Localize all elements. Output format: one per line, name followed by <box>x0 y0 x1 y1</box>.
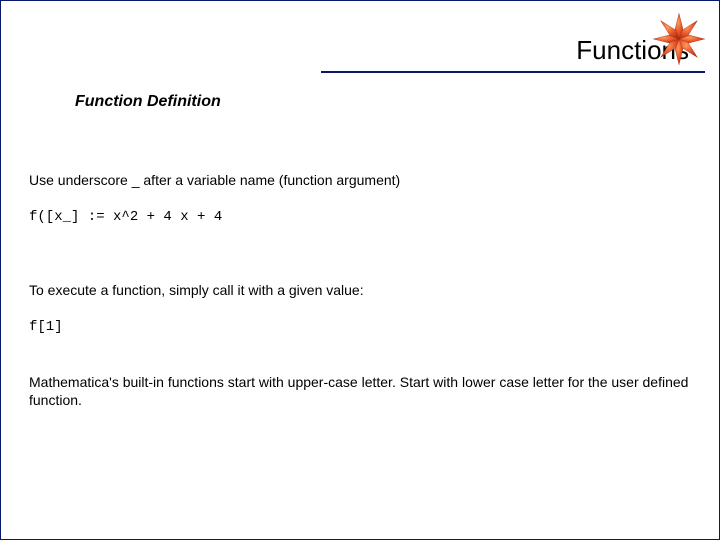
paragraph-execute: To execute a function, simply call it wi… <box>29 281 691 300</box>
section-subtitle: Function Definition <box>75 93 221 111</box>
code-definition: f([x_] := x^2 + 4 x + 4 <box>29 208 691 227</box>
slide-frame: Functions <box>0 0 720 540</box>
paragraph-intro: Use underscore _ after a variable name (… <box>29 171 691 190</box>
paragraph-note: Mathematica's built-in functions start w… <box>29 373 691 411</box>
header: Functions <box>1 1 719 73</box>
body-content: Use underscore _ after a variable name (… <box>29 171 691 428</box>
code-call: f[1] <box>29 318 691 337</box>
mathematica-spikey-icon <box>651 11 707 67</box>
title-underline <box>321 71 705 73</box>
